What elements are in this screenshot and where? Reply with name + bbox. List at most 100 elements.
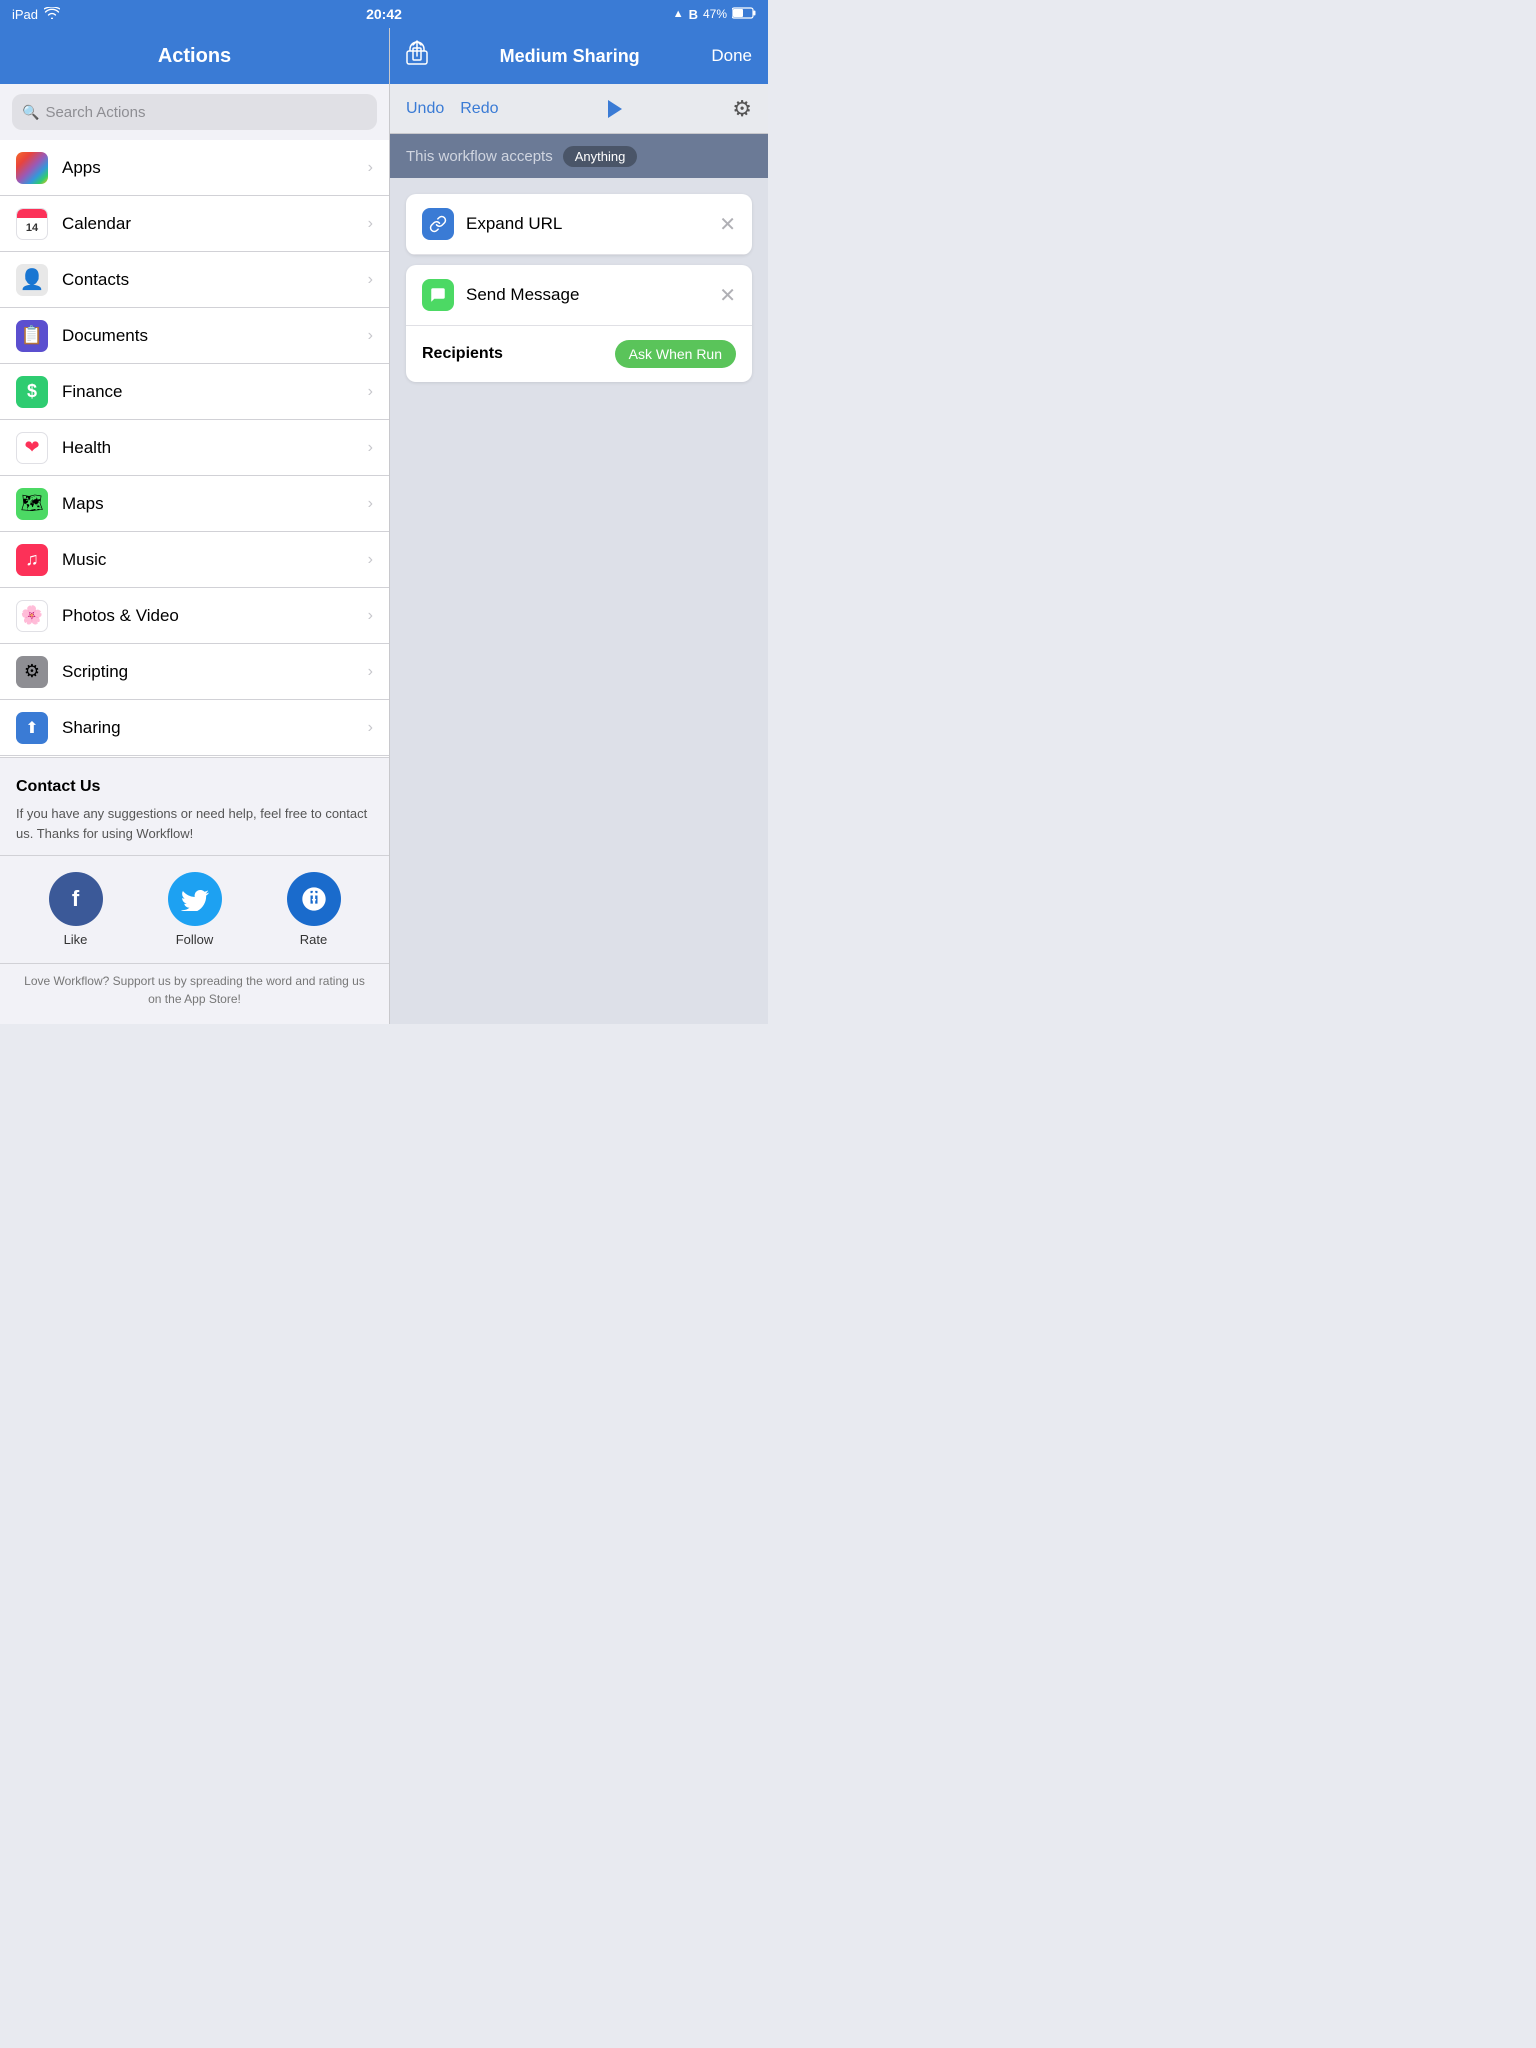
- send-message-icon: [422, 279, 454, 311]
- expand-url-close[interactable]: ✕: [719, 212, 736, 237]
- scripting-icon: ⚙: [16, 656, 48, 688]
- category-list: Apps › 14 Calendar › 👤: [0, 140, 389, 757]
- workflow-content: Expand URL ✕ Send Message ✕ Recipients: [390, 178, 768, 1024]
- undo-button[interactable]: Undo: [406, 100, 444, 118]
- sharing-label: Sharing: [62, 718, 368, 738]
- sidebar-item-photos[interactable]: 🌸 Photos & Video ›: [0, 588, 389, 644]
- like-label: Like: [64, 932, 88, 947]
- calendar-date: 14: [26, 222, 38, 234]
- music-chevron: ›: [368, 551, 373, 569]
- sidebar-item-contacts[interactable]: 👤 Contacts ›: [0, 252, 389, 308]
- send-message-action: Send Message ✕ Recipients Ask When Run: [406, 265, 752, 382]
- share-button[interactable]: [406, 40, 428, 72]
- apps-icon: [16, 152, 48, 184]
- left-panel: Actions 🔍 Search Actions Apps ›: [0, 28, 390, 1024]
- location-icon: ▲: [673, 8, 684, 20]
- left-header: Actions: [0, 28, 389, 84]
- appstore-icon: [287, 872, 341, 926]
- search-icon: 🔍: [22, 104, 39, 121]
- contact-description: If you have any suggestions or need help…: [16, 804, 373, 843]
- toolbar: Undo Redo ⚙: [390, 84, 768, 134]
- like-button[interactable]: f Like: [49, 872, 103, 947]
- workflow-title: Medium Sharing: [428, 46, 711, 67]
- follow-label: Follow: [176, 932, 214, 947]
- apps-chevron: ›: [368, 159, 373, 177]
- wifi-icon: [44, 7, 60, 22]
- rate-label: Rate: [300, 932, 327, 947]
- settings-icon[interactable]: ⚙: [732, 96, 752, 122]
- scripting-label: Scripting: [62, 662, 368, 682]
- maps-chevron: ›: [368, 495, 373, 513]
- main-container: Actions 🔍 Search Actions Apps ›: [0, 28, 768, 1024]
- battery-label: 47%: [703, 7, 727, 21]
- twitter-icon: [168, 872, 222, 926]
- footer-text: Love Workflow? Support us by spreading t…: [0, 963, 389, 1024]
- recipients-label: Recipients: [422, 345, 503, 363]
- send-message-title: Send Message: [466, 285, 719, 305]
- health-label: Health: [62, 438, 368, 458]
- status-bar: iPad 20:42 ▲ B 47%: [0, 0, 768, 28]
- done-button[interactable]: Done: [711, 46, 752, 66]
- accepts-label: This workflow accepts: [406, 148, 553, 165]
- sidebar-item-health[interactable]: ❤ Health ›: [0, 420, 389, 476]
- follow-button[interactable]: Follow: [168, 872, 222, 947]
- expand-url-icon: [422, 208, 454, 240]
- maps-icon: 🗺: [16, 488, 48, 520]
- rate-button[interactable]: Rate: [287, 872, 341, 947]
- status-time: 20:42: [366, 6, 402, 22]
- accepts-bar: This workflow accepts Anything: [390, 134, 768, 178]
- left-panel-title: Actions: [158, 45, 231, 68]
- apps-label: Apps: [62, 158, 368, 178]
- accepts-badge: Anything: [563, 146, 638, 167]
- play-button[interactable]: [608, 100, 622, 118]
- photos-chevron: ›: [368, 607, 373, 625]
- search-bar[interactable]: 🔍 Search Actions: [12, 94, 377, 130]
- photos-label: Photos & Video: [62, 606, 368, 626]
- search-placeholder: Search Actions: [45, 104, 145, 121]
- health-icon: ❤: [16, 432, 48, 464]
- facebook-icon: f: [49, 872, 103, 926]
- status-bar-right: ▲ B 47%: [673, 7, 756, 22]
- sidebar-item-apps[interactable]: Apps ›: [0, 140, 389, 196]
- sidebar-item-maps[interactable]: 🗺 Maps ›: [0, 476, 389, 532]
- ask-when-run-badge[interactable]: Ask When Run: [615, 340, 736, 368]
- documents-label: Documents: [62, 326, 368, 346]
- redo-button[interactable]: Redo: [460, 100, 498, 118]
- right-header: Medium Sharing Done: [390, 28, 768, 84]
- finance-label: Finance: [62, 382, 368, 402]
- status-bar-left: iPad: [12, 7, 60, 22]
- documents-icon: 📋: [16, 320, 48, 352]
- sharing-icon: ⬆: [16, 712, 48, 744]
- calendar-label: Calendar: [62, 214, 368, 234]
- health-chevron: ›: [368, 439, 373, 457]
- contacts-chevron: ›: [368, 271, 373, 289]
- finance-icon: $: [16, 376, 48, 408]
- documents-chevron: ›: [368, 327, 373, 345]
- contact-section: Contact Us If you have any suggestions o…: [0, 757, 389, 855]
- music-label: Music: [62, 550, 368, 570]
- sharing-chevron: ›: [368, 719, 373, 737]
- contact-title: Contact Us: [16, 778, 373, 796]
- bluetooth-icon: B: [689, 7, 698, 22]
- send-message-header: Send Message ✕: [406, 265, 752, 326]
- device-label: iPad: [12, 7, 38, 22]
- send-message-body: Recipients Ask When Run: [406, 326, 752, 382]
- sidebar-item-sharing[interactable]: ⬆ Sharing ›: [0, 700, 389, 756]
- sidebar-item-scripting[interactable]: ⚙ Scripting ›: [0, 644, 389, 700]
- calendar-icon: 14: [16, 208, 48, 240]
- sidebar-item-finance[interactable]: $ Finance ›: [0, 364, 389, 420]
- play-button-container: [515, 100, 717, 118]
- scripting-chevron: ›: [368, 663, 373, 681]
- send-message-close[interactable]: ✕: [719, 283, 736, 308]
- battery-icon: [732, 7, 756, 22]
- sidebar-item-documents[interactable]: 📋 Documents ›: [0, 308, 389, 364]
- expand-url-header: Expand URL ✕: [406, 194, 752, 255]
- maps-label: Maps: [62, 494, 368, 514]
- calendar-chevron: ›: [368, 215, 373, 233]
- expand-url-title: Expand URL: [466, 214, 719, 234]
- contacts-icon: 👤: [16, 264, 48, 296]
- right-panel: Medium Sharing Done Undo Redo ⚙ This wor…: [390, 28, 768, 1024]
- sidebar-item-music[interactable]: ♫ Music ›: [0, 532, 389, 588]
- expand-url-action: Expand URL ✕: [406, 194, 752, 255]
- sidebar-item-calendar[interactable]: 14 Calendar ›: [0, 196, 389, 252]
